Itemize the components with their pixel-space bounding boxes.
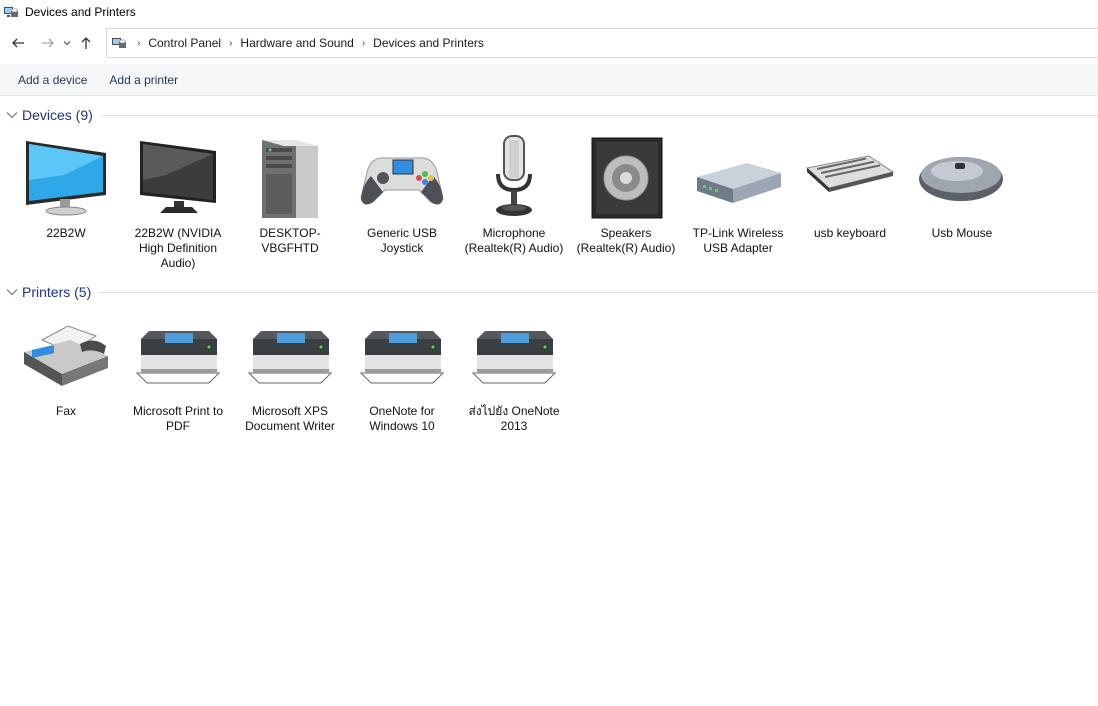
device-item[interactable]: 22B2W (NVIDIA High Definition Audio) [122, 132, 234, 271]
add-device-button[interactable]: Add a device [18, 73, 87, 87]
printers-group-title: Printers (5) [22, 284, 92, 300]
device-item[interactable]: DESKTOP-VBGFHTD [234, 132, 346, 271]
devices-list: 22B2W 22B2W (NVIDIA High Definition Audi… [10, 132, 1018, 271]
group-divider [100, 114, 1098, 116]
chevron-down-icon [63, 41, 71, 46]
device-item[interactable]: Speakers (Realtek(R) Audio) [570, 132, 682, 271]
breadcrumb-control-panel[interactable]: Control Panel [148, 36, 221, 50]
network-adapter-icon [690, 132, 786, 222]
arrow-right-icon [42, 38, 54, 48]
address-bar[interactable]: › Control Panel › Hardware and Sound › D… [106, 28, 1098, 58]
printer-item[interactable]: OneNote for Windows 10 [346, 310, 458, 434]
device-label: 22B2W (NVIDIA High Definition Audio) [134, 226, 222, 270]
device-item[interactable]: TP-Link Wireless USB Adapter [682, 132, 794, 271]
keyboard-icon [802, 132, 898, 222]
device-label: Generic USB Joystick [366, 226, 438, 255]
recent-locations-button[interactable] [59, 31, 75, 55]
devices-printers-app-icon [2, 3, 20, 21]
title-bar: Devices and Printers [0, 0, 1098, 24]
device-item[interactable]: Generic USB Joystick [346, 132, 458, 271]
printer-label: Fax [55, 404, 76, 418]
printer-icon [354, 310, 450, 400]
window-title: Devices and Printers [25, 5, 136, 19]
device-item[interactable]: 22B2W [10, 132, 122, 271]
chevron-down-icon[interactable] [2, 282, 22, 302]
arrow-left-icon [12, 38, 24, 48]
breadcrumb-devices-and-printers[interactable]: Devices and Printers [373, 36, 484, 50]
printer-icon [466, 310, 562, 400]
chevron-down-icon[interactable] [2, 105, 22, 125]
control-panel-location-icon [111, 35, 129, 51]
printer-label: Microsoft Print to PDF [132, 404, 224, 433]
breadcrumb-separator-icon[interactable]: › [137, 38, 140, 49]
breadcrumb-separator-icon[interactable]: › [229, 38, 232, 49]
add-printer-button[interactable]: Add a printer [109, 73, 178, 87]
monitor-dark-icon [130, 132, 226, 222]
devices-group-header[interactable]: Devices (9) [0, 104, 1098, 126]
microphone-icon [466, 132, 562, 222]
printers-list: Fax Microsoft Print to PDF Microsoft XPS… [10, 310, 570, 434]
command-bar: Add a device Add a printer [0, 64, 1098, 96]
printer-label: ส่งไปยัง OneNote 2013 [468, 404, 560, 433]
device-label: DESKTOP-VBGFHTD [259, 226, 321, 255]
device-item[interactable]: usb keyboard [794, 132, 906, 271]
breadcrumb-hardware-and-sound[interactable]: Hardware and Sound [240, 36, 353, 50]
navigation-bar: › Control Panel › Hardware and Sound › D… [0, 28, 1098, 58]
printers-group-header[interactable]: Printers (5) [0, 281, 1098, 303]
speaker-icon [578, 132, 674, 222]
forward-button[interactable] [37, 31, 59, 55]
printer-icon [242, 310, 338, 400]
computer-tower-icon [242, 132, 338, 222]
printer-icon [130, 310, 226, 400]
printer-item[interactable]: Fax [10, 310, 122, 434]
device-label: Speakers (Realtek(R) Audio) [576, 226, 676, 255]
back-button[interactable] [7, 31, 29, 55]
mouse-icon [914, 132, 1010, 222]
up-button[interactable] [75, 31, 97, 55]
device-label: TP-Link Wireless USB Adapter [692, 226, 784, 255]
monitor-icon [18, 132, 114, 222]
printer-label: Microsoft XPS Document Writer [245, 404, 335, 433]
printer-item[interactable]: Microsoft XPS Document Writer [234, 310, 346, 434]
gamepad-icon [354, 132, 450, 222]
printer-item[interactable]: Microsoft Print to PDF [122, 310, 234, 434]
arrow-up-icon [81, 37, 91, 49]
devices-group-title: Devices (9) [22, 107, 93, 123]
device-label: Microphone (Realtek(R) Audio) [464, 226, 564, 255]
printer-item[interactable]: ส่งไปยัง OneNote 2013 [458, 310, 570, 434]
breadcrumb-separator-icon[interactable]: › [362, 38, 365, 49]
device-label: 22B2W [46, 226, 86, 240]
device-item[interactable]: Usb Mouse [906, 132, 1018, 271]
group-divider [99, 291, 1098, 293]
fax-icon [18, 310, 114, 400]
device-label: Usb Mouse [931, 226, 993, 240]
device-item[interactable]: Microphone (Realtek(R) Audio) [458, 132, 570, 271]
printer-label: OneNote for Windows 10 [369, 404, 435, 433]
device-label: usb keyboard [813, 226, 887, 240]
